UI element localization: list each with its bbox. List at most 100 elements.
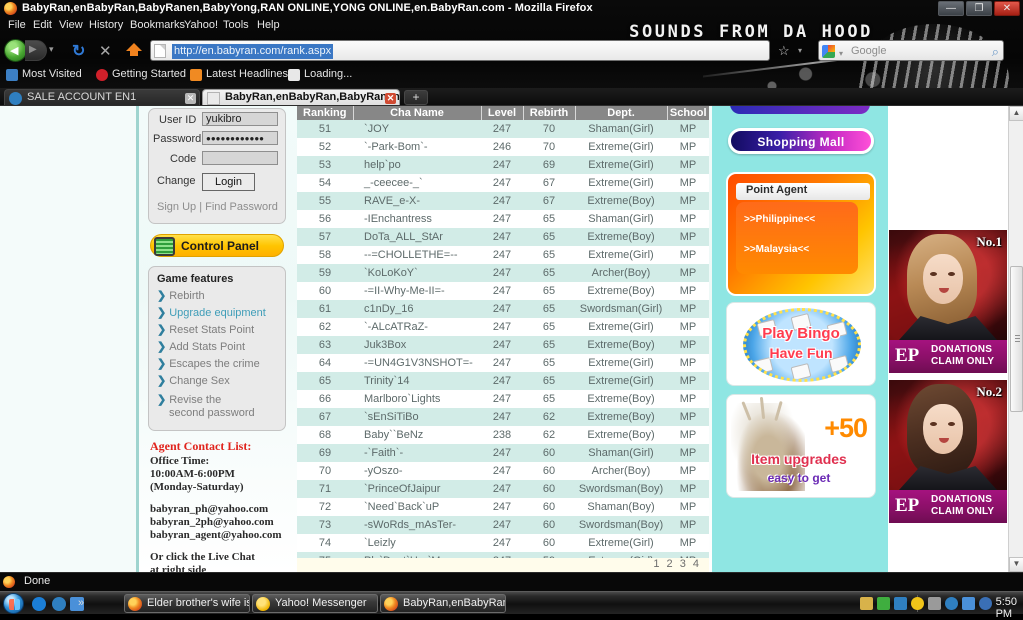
vertical-scrollbar[interactable]: ▲ ▼: [1008, 106, 1023, 572]
ep-banner-no2[interactable]: No.2 EP DONATIONS CLAIM ONLY: [889, 380, 1007, 523]
page-link-4[interactable]: 4: [693, 558, 701, 570]
table-row[interactable]: 59 `KoLoKoY` 247 65 Archer(Boy) MP: [297, 264, 709, 282]
internet-explorer-icon[interactable]: [32, 597, 46, 611]
menu-tools[interactable]: Tools: [223, 19, 249, 31]
feature-reset-stats-point[interactable]: ❯ Reset Stats Point: [157, 323, 254, 336]
bookmark-most-visited[interactable]: Most Visited: [22, 68, 82, 80]
feature-revise-second-password-line2[interactable]: second password: [169, 407, 255, 419]
table-row[interactable]: 74 `Leizly 247 60 Extreme(Girl) MP: [297, 534, 709, 552]
bookmark-loading[interactable]: Loading...: [304, 68, 352, 80]
table-row[interactable]: 64 -=UN4G1V3NSHOT=- 247 65 Extreme(Girl) MP: [297, 354, 709, 372]
menu-yahoo[interactable]: Yahoo!: [184, 19, 218, 31]
menu-edit[interactable]: Edit: [33, 19, 52, 31]
table-row[interactable]: 61 c1nDy_16 247 65 Swordsman(Girl) MP: [297, 300, 709, 318]
table-row[interactable]: 72 `Need`Back`uP 247 60 Shaman(Boy) MP: [297, 498, 709, 516]
forward-arrow-icon[interactable]: [25, 40, 47, 61]
point-agent-link-malaysia[interactable]: >>Malaysia<<: [744, 244, 809, 255]
maximize-button[interactable]: ❐: [966, 1, 992, 16]
messenger-icon[interactable]: [894, 597, 907, 610]
table-row[interactable]: 53 help`po 247 69 Extreme(Girl) MP: [297, 156, 709, 174]
yahoo-icon[interactable]: [911, 597, 924, 610]
feature-change-sex[interactable]: ❯ Change Sex: [157, 374, 230, 387]
scroll-up-arrow-icon[interactable]: ▲: [1009, 106, 1023, 121]
url-bar[interactable]: http://en.babyran.com/rank.aspx: [150, 40, 770, 61]
chevron-down-icon[interactable]: ▾: [49, 44, 54, 55]
utorrent-icon[interactable]: [877, 597, 890, 610]
taskbar-button-elder-brother[interactable]: Elder brother's wife is ...: [124, 594, 250, 613]
column-cha-name[interactable]: Cha Name: [353, 106, 482, 120]
column-school[interactable]: School: [667, 106, 709, 120]
shopping-mall-button[interactable]: Shopping Mall: [728, 128, 874, 154]
network-icon[interactable]: [962, 597, 975, 610]
column-ranking[interactable]: Ranking: [297, 106, 354, 120]
control-panel-button[interactable]: Control Panel: [150, 234, 284, 257]
scroll-down-arrow-icon[interactable]: ▼: [1009, 557, 1023, 572]
clock[interactable]: 5:50 PM: [996, 596, 1017, 620]
column-level[interactable]: Level: [481, 106, 524, 120]
tab-babyran[interactable]: BabyRan,enBabyRan,BabyRanen,... ✕: [202, 89, 400, 105]
new-tab-button[interactable]: +: [404, 90, 428, 105]
table-row[interactable]: 67 `sEnSiTiBo 247 62 Extreme(Boy) MP: [297, 408, 709, 426]
table-row[interactable]: 56 -IEnchantress 247 65 Shaman(Girl) MP: [297, 210, 709, 228]
menu-help[interactable]: Help: [257, 19, 280, 31]
update-icon[interactable]: [945, 597, 958, 610]
ep-banner-no1[interactable]: No.1 EP DONATIONS CLAIM ONLY: [889, 230, 1007, 373]
feature-rebirth[interactable]: ❯ Rebirth: [157, 289, 205, 302]
menu-view[interactable]: View: [59, 19, 83, 31]
contact-email[interactable]: babyran_2ph@yahoo.com: [150, 516, 286, 529]
url-input[interactable]: http://en.babyran.com/rank.aspx: [172, 44, 334, 59]
code-input[interactable]: [202, 151, 278, 165]
page-link-3[interactable]: 3: [680, 558, 688, 570]
feature-upgrade-equipment[interactable]: ❯ Upgrade equipment: [157, 306, 266, 319]
table-row[interactable]: 63 Juk3Box 247 65 Extreme(Boy) MP: [297, 336, 709, 354]
search-icon[interactable]: ⌕: [992, 44, 999, 60]
userid-input[interactable]: yukibro: [202, 112, 278, 126]
contact-email[interactable]: babyran_agent@yahoo.com: [150, 529, 286, 542]
table-row[interactable]: 58 --=CHOLLETHE=-- 247 65 Extreme(Girl) MP: [297, 246, 709, 264]
feature-revise-second-password[interactable]: ❯ Revise the: [157, 393, 221, 406]
table-row[interactable]: 71 `PrinceOfJaipur 247 60 Swordsman(Boy) MP: [297, 480, 709, 498]
bookmark-star-icon[interactable]: ☆: [778, 43, 790, 59]
play-bingo-banner[interactable]: Play Bingo Have Fun: [726, 302, 876, 386]
close-button[interactable]: ✕: [994, 1, 1020, 16]
menu-bookmarks[interactable]: Bookmarks: [130, 19, 185, 31]
page-link-2[interactable]: 2: [667, 558, 675, 570]
menu-history[interactable]: History: [89, 19, 123, 31]
table-row[interactable]: 68 Baby``BeNz 238 62 Extreme(Boy) MP: [297, 426, 709, 444]
bookmark-getting-started[interactable]: Getting Started: [112, 68, 186, 80]
table-row[interactable]: 52 `-Park-Bom`- 246 70 Extreme(Girl) MP: [297, 138, 709, 156]
reload-icon[interactable]: ↻: [72, 41, 85, 61]
bookmark-latest-headlines[interactable]: Latest Headlines: [206, 68, 288, 80]
feature-escapes-the-crime[interactable]: ❯ Escapes the crime: [157, 357, 260, 370]
quicklaunch-chevron-icon[interactable]: »: [78, 597, 84, 609]
table-row[interactable]: 60 -=II-Why-Me-II=- 247 65 Extreme(Boy) MP: [297, 282, 709, 300]
download-icon[interactable]: [52, 597, 66, 611]
scrollbar-thumb[interactable]: [1010, 266, 1023, 412]
table-row[interactable]: 69 -`Faith`- 247 60 Shaman(Girl) MP: [297, 444, 709, 462]
tab-close-icon[interactable]: ✕: [385, 93, 396, 104]
table-row[interactable]: 73 -sWoRds_mAsTer- 247 60 Swordsman(Boy) MP: [297, 516, 709, 534]
taskbar-button-yahoo-messenger[interactable]: Yahoo! Messenger: [252, 594, 378, 613]
tab-sale-account[interactable]: SALE ACCOUNT EN1 ✕: [4, 89, 200, 105]
table-row[interactable]: 65 Trinity`14 247 65 Extreme(Girl) MP: [297, 372, 709, 390]
back-arrow-icon[interactable]: [4, 39, 27, 62]
globe-icon[interactable]: [979, 597, 992, 610]
search-input[interactable]: Google: [851, 45, 886, 57]
tab-close-icon[interactable]: ✕: [185, 93, 196, 104]
security-icon[interactable]: [928, 597, 941, 610]
column-dept[interactable]: Dept.: [575, 106, 668, 120]
taskbar-button-babyran[interactable]: BabyRan,enBabyRan,...: [380, 594, 506, 613]
minimize-button[interactable]: —: [938, 1, 964, 16]
menu-file[interactable]: File: [8, 19, 26, 31]
table-row[interactable]: 51 `JOY 247 70 Shaman(Girl) MP: [297, 120, 709, 138]
item-upgrade-banner[interactable]: +50 Item upgrades easy to get: [726, 394, 876, 498]
table-row[interactable]: 66 Marlboro`Lights 247 65 Extreme(Boy) MP: [297, 390, 709, 408]
table-row[interactable]: 57 DoTa_ALL_StAr 247 65 Extreme(Boy) MP: [297, 228, 709, 246]
bookmark-chevron-icon[interactable]: ▾: [798, 46, 802, 55]
contact-email[interactable]: babyran_ph@yahoo.com: [150, 503, 286, 516]
table-row[interactable]: 54 _-ceecee-_` 247 67 Extreme(Girl) MP: [297, 174, 709, 192]
column-rebirth[interactable]: Rebirth: [523, 106, 576, 120]
start-button[interactable]: [3, 593, 24, 614]
volume-icon[interactable]: [860, 597, 873, 610]
signup-find-password-link[interactable]: Sign Up | Find Password: [157, 201, 278, 213]
